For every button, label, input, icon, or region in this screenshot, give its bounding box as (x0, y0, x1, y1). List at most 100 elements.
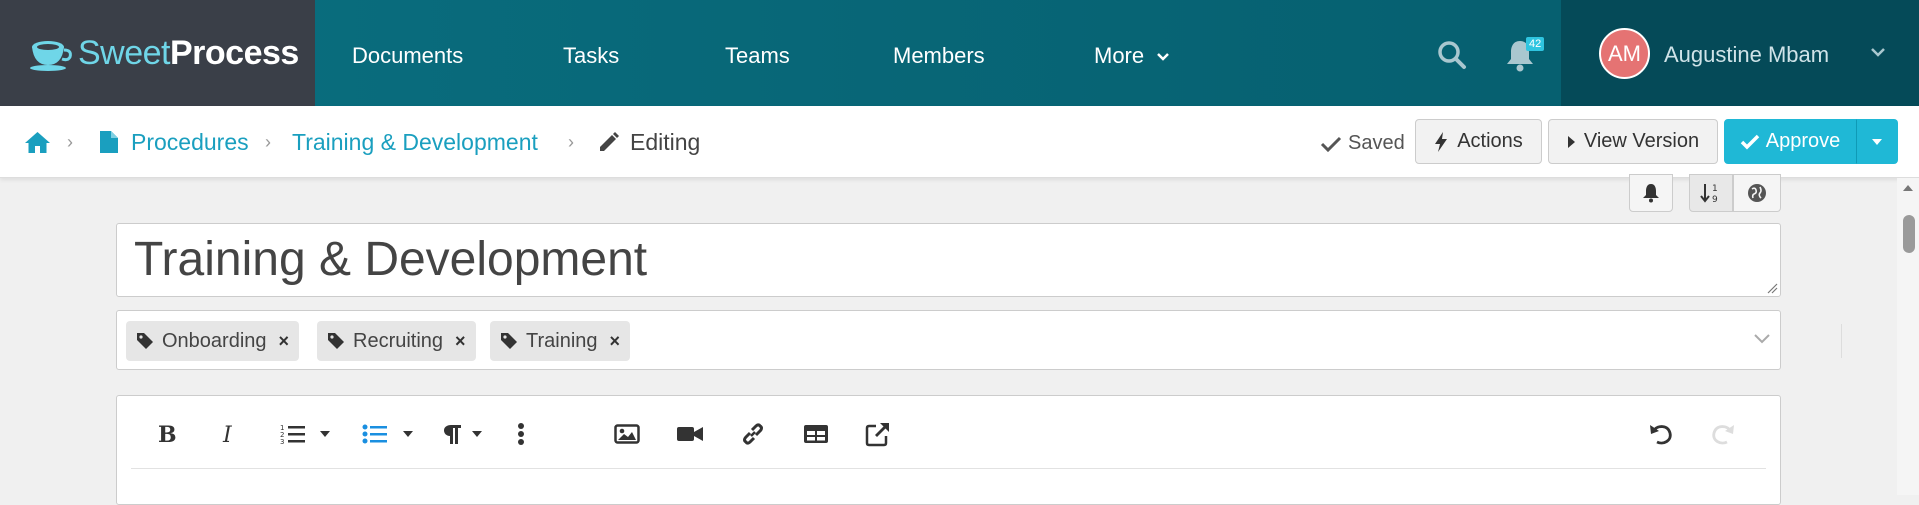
image-icon (614, 424, 640, 444)
check-icon (1320, 136, 1342, 153)
nav-members[interactable]: Members (893, 43, 985, 69)
nav-tasks[interactable]: Tasks (563, 43, 619, 69)
lightning-icon (1435, 131, 1448, 152)
bold-icon: B (158, 423, 176, 445)
redo-icon (1712, 425, 1734, 445)
saved-status: Saved (1348, 132, 1405, 154)
logo-sweet: Sweet (78, 33, 171, 72)
bell-icon (1643, 184, 1659, 203)
avatar[interactable]: AM (1599, 28, 1650, 79)
tag-chip: Training × (490, 321, 631, 361)
ordered-list-button[interactable]: 123 (278, 419, 308, 449)
svg-text:9: 9 (1712, 195, 1718, 204)
ordered-list-dropdown[interactable] (317, 419, 333, 449)
nav-documents[interactable]: Documents (352, 43, 463, 69)
svg-text:B: B (158, 423, 176, 445)
pencil-icon (600, 132, 619, 151)
video-camera-icon (677, 427, 703, 441)
external-link-icon (865, 423, 889, 447)
tag-label: Onboarding (162, 329, 267, 352)
tag-label: Training (526, 329, 598, 352)
user-name[interactable]: Augustine Mbam (1664, 42, 1829, 68)
approve-label: Approve (1765, 130, 1841, 152)
ordered-list-icon: 123 (280, 424, 305, 445)
tag-chip: Onboarding × (126, 321, 300, 361)
chevron-down-icon[interactable] (1753, 333, 1771, 345)
insert-video-button[interactable] (675, 419, 705, 449)
scrollbar-thumb[interactable] (1903, 215, 1915, 253)
view-version-label: View Version (1583, 130, 1700, 152)
link-icon (743, 423, 763, 445)
actions-label: Actions (1457, 130, 1523, 152)
caret-down-icon (320, 431, 330, 437)
paragraph-format-dropdown[interactable] (469, 419, 485, 449)
italic-icon: I (222, 423, 233, 445)
more-options-button[interactable] (506, 419, 536, 449)
title-input[interactable]: Training & Development (116, 223, 1781, 297)
caret-down-icon (403, 431, 413, 437)
approve-button[interactable]: Approve (1724, 119, 1856, 164)
scroll-up-arrow-icon[interactable] (1902, 184, 1914, 192)
chevron-down-icon (1157, 53, 1170, 61)
sort-numeric-icon: 19 (1700, 184, 1718, 204)
bullet-list-dropdown[interactable] (400, 419, 416, 449)
nav-more-label: More (1094, 43, 1145, 68)
paragraph-format-button[interactable] (438, 419, 468, 449)
tag-label: Recruiting (353, 329, 444, 352)
bullet-list-icon (362, 424, 387, 444)
svg-text:1: 1 (1712, 184, 1718, 194)
external-link-button[interactable] (863, 419, 893, 449)
document-icon (100, 131, 118, 153)
nav-more[interactable]: More (1094, 43, 1170, 69)
coffee-cup-icon (30, 41, 72, 71)
tag-chip: Recruiting × (317, 321, 476, 361)
undo-button[interactable] (1646, 419, 1676, 449)
insert-image-button[interactable] (612, 419, 642, 449)
approve-dropdown-button[interactable] (1856, 119, 1898, 164)
remove-tag-icon[interactable]: × (455, 331, 466, 352)
nav-teams[interactable]: Teams (725, 43, 790, 69)
bold-button[interactable]: B (151, 419, 181, 449)
tag-icon (328, 333, 344, 349)
chevron-down-icon[interactable] (1870, 46, 1886, 60)
breadcrumb-current: Editing (630, 129, 701, 155)
redo-button[interactable] (1708, 419, 1738, 449)
notification-badge: 42 (1526, 37, 1545, 51)
home-icon[interactable] (24, 130, 51, 154)
table-icon (804, 425, 828, 443)
search-icon[interactable] (1437, 40, 1467, 70)
tags-input[interactable]: Onboarding × Recruiting × Training × (116, 310, 1842, 370)
caret-right-icon (1567, 135, 1575, 148)
tag-icon (501, 333, 517, 349)
remove-tag-icon[interactable]: × (279, 331, 290, 352)
caret-down-icon (1872, 138, 1882, 145)
breadcrumb-bar: › Procedures › Training & Development › … (0, 106, 1919, 178)
tag-icon (137, 333, 153, 349)
toolbar-divider (131, 468, 1766, 469)
logo-process: Process (170, 33, 299, 72)
top-navigation: SweetProcess Documents Tasks Teams Membe… (0, 0, 1919, 106)
check-icon (1740, 134, 1759, 149)
actions-button[interactable]: Actions (1415, 119, 1542, 164)
resize-handle-icon[interactable] (1767, 283, 1778, 294)
italic-button[interactable]: I (213, 419, 243, 449)
insert-table-button[interactable] (801, 419, 831, 449)
caret-down-icon (472, 431, 482, 437)
sort-toggle[interactable]: 19 (1689, 174, 1733, 212)
breadcrumb-procedures[interactable]: Procedures (131, 129, 249, 156)
remove-tag-icon[interactable]: × (610, 331, 621, 352)
view-version-button[interactable]: View Version (1548, 119, 1718, 164)
language-toggle[interactable] (1733, 174, 1781, 212)
breadcrumb-training-development[interactable]: Training & Development (292, 129, 538, 156)
notifications-toggle[interactable] (1629, 174, 1673, 212)
svg-text:3: 3 (280, 438, 284, 445)
paragraph-icon (444, 425, 461, 444)
breadcrumb-separator: › (568, 132, 574, 152)
divider (1841, 324, 1842, 358)
logo-text: SweetProcess (78, 34, 299, 73)
bullet-list-button[interactable] (360, 419, 390, 449)
logo[interactable]: SweetProcess (0, 0, 315, 106)
vertical-ellipsis-icon (518, 423, 524, 445)
insert-link-button[interactable] (738, 419, 768, 449)
globe-icon (1748, 184, 1766, 202)
